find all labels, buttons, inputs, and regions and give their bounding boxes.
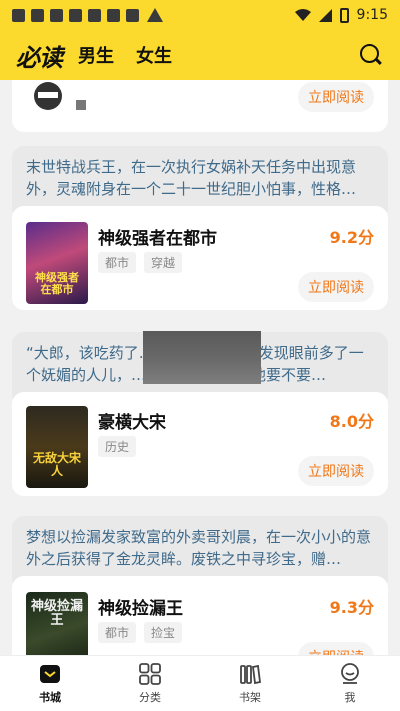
book-tags: 都市 捡宝	[98, 622, 183, 643]
notification-icon	[107, 8, 120, 22]
signal-icon	[318, 8, 332, 22]
book-cover: 无敌大宋人	[26, 406, 88, 488]
cover-title: 神级强者在都市	[35, 271, 79, 296]
nav-label: 分类	[139, 690, 161, 704]
nav-label: 书架	[239, 690, 261, 704]
search-icon[interactable]	[358, 42, 384, 68]
book-cover: 神级捡漏王	[26, 592, 88, 655]
wifi-icon	[294, 9, 311, 21]
clock: 9:15	[356, 7, 388, 23]
nav-category[interactable]: 分类	[100, 656, 200, 711]
app-header: 必读 男生 女生	[0, 30, 400, 80]
book-title[interactable]: 豪横大宋	[98, 408, 166, 433]
nav-bookstore[interactable]: 书城	[0, 656, 100, 711]
notification-icon	[69, 8, 82, 22]
book-card[interactable]: 神级捡漏王 神级捡漏王 9.3分 都市 捡宝 立即阅读	[12, 576, 388, 655]
bottom-nav: 书城 分类 书架 我	[0, 655, 400, 711]
redaction-block	[143, 331, 261, 384]
tag[interactable]: 穿越	[144, 252, 183, 273]
book-blurb: 梦想以捡漏发家致富的外卖哥刘晨，在一次小小的意外之后获得了金龙灵眸。废铁之中寻珍…	[12, 516, 388, 582]
book-card[interactable]: 无敌大宋人 豪横大宋 8.0分 历史 立即阅读	[12, 392, 388, 496]
cover-title: 无敌大宋人	[32, 451, 81, 478]
book-tags: 历史	[98, 436, 137, 457]
notification-icon	[50, 8, 63, 22]
read-now-button[interactable]: 立即阅读	[298, 272, 374, 302]
tag[interactable]: 都市	[98, 252, 137, 273]
book-tags: 都市 穿越	[98, 252, 183, 273]
nav-label: 书城	[39, 690, 61, 704]
book-card[interactable]: 立即阅读	[12, 80, 388, 132]
book-blurb: 末世特战兵王，在一次执行女娲补天任务中出现意外，灵魂附身在一个二十一世纪胆小怕事…	[12, 146, 388, 212]
status-bar: 9:15	[0, 0, 400, 30]
warning-icon	[147, 8, 163, 22]
book-title[interactable]: 神级强者在都市	[98, 224, 217, 249]
nav-profile[interactable]: 我	[300, 656, 400, 711]
book-cover: 神级强者在都市	[26, 222, 88, 304]
tab-male[interactable]: 男生	[78, 42, 114, 68]
notification-icon	[88, 8, 101, 22]
notification-icon	[31, 8, 44, 22]
tab-female[interactable]: 女生	[136, 42, 172, 68]
book-card[interactable]: 神级强者在都市 神级强者在都市 9.2分 都市 穿越 立即阅读	[12, 206, 388, 310]
category-icon	[139, 662, 161, 685]
nav-bookshelf[interactable]: 书架	[200, 656, 300, 711]
battery-icon	[339, 7, 349, 23]
read-now-button[interactable]: 立即阅读	[298, 456, 374, 486]
read-now-button[interactable]: 立即阅读	[298, 82, 374, 112]
cover-title: 神级捡漏王	[30, 599, 83, 628]
tag[interactable]: 历史	[98, 436, 137, 457]
book-title[interactable]: 神级捡漏王	[98, 594, 183, 619]
book-score: 9.2分	[329, 228, 374, 247]
profile-icon	[341, 662, 359, 684]
notification-icon	[126, 8, 139, 22]
app-logo: 必读	[16, 43, 63, 72]
book-cover	[26, 80, 88, 118]
notification-icon	[12, 8, 25, 22]
bookshelf-icon	[240, 664, 261, 684]
read-now-button[interactable]: 立即阅读	[298, 642, 374, 655]
tag[interactable]: 捡宝	[144, 622, 183, 643]
nav-label: 我	[344, 690, 356, 704]
book-score: 9.3分	[329, 598, 374, 617]
bookstore-icon	[40, 664, 60, 683]
book-score: 8.0分	[329, 412, 374, 431]
tag[interactable]: 都市	[98, 622, 137, 643]
notification-icons	[12, 8, 163, 22]
